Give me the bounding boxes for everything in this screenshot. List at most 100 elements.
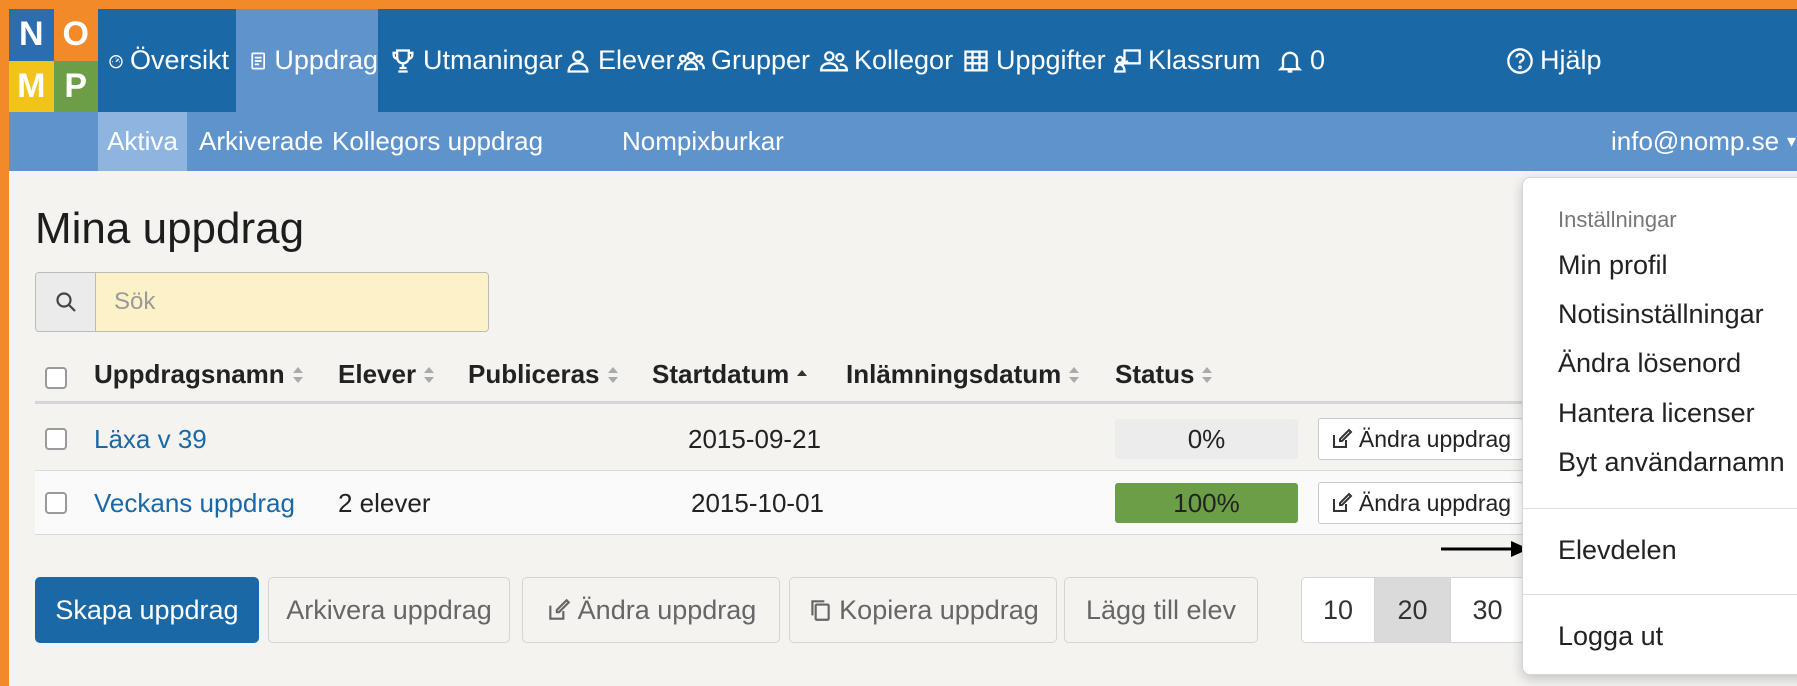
progress-label: 0% (1187, 423, 1226, 454)
user-menu-toggle[interactable]: info@nomp.se ▾ (1611, 112, 1796, 171)
nav-item-utmaningar[interactable]: Utmaningar (389, 9, 563, 112)
sort-icon (607, 365, 619, 385)
grid-icon (964, 50, 988, 71)
start-date-cell: 2015-10-01 (691, 488, 824, 518)
archive-assignment-button[interactable]: Arkivera uppdrag (268, 577, 510, 643)
logo-letter: N (9, 9, 54, 61)
menu-item-change-username[interactable]: Byt användarnamn (1558, 447, 1785, 478)
table-row: Läxa v 39 2015-09-21 0% Ändra uppdrag (35, 407, 1535, 471)
nav-label: Elever (598, 45, 675, 75)
column-label: Startdatum (652, 359, 790, 389)
column-header-status[interactable]: Status (1115, 359, 1213, 390)
notification-count: 0 (1310, 45, 1326, 75)
edit-icon (1332, 492, 1353, 512)
sub-navigation: Aktiva Arkiverade Kollegors uppdrag Nomp… (98, 112, 1797, 171)
nav-item-uppdrag[interactable]: Uppdrag (236, 9, 378, 112)
menu-item-change-password[interactable]: Ändra lösenord (1558, 348, 1741, 379)
sort-icon (292, 365, 304, 385)
table-header: Uppdragsnamn Elever Publiceras Startdatu… (35, 349, 1535, 404)
column-label: Inlämningsdatum (846, 359, 1062, 389)
page-size-label: 20 (1397, 594, 1428, 625)
search-button[interactable] (36, 273, 96, 331)
menu-item-student-part[interactable]: Elevdelen (1558, 535, 1677, 566)
user-email: info@nomp.se (1611, 126, 1780, 156)
trophy-icon (392, 48, 414, 73)
subnav-item-aktiva[interactable]: Aktiva (98, 112, 187, 171)
sort-icon (1068, 365, 1080, 385)
user-icon (567, 50, 589, 73)
nav-label: Kollegor (854, 45, 954, 75)
user-dropdown-menu: Inställningar Min profil Notisinställnin… (1522, 177, 1797, 675)
users-icon (820, 50, 848, 71)
create-assignment-button[interactable]: Skapa uppdrag (35, 577, 259, 643)
nav-item-klassrum[interactable]: Klassrum (1114, 9, 1261, 112)
menu-divider (1523, 508, 1797, 509)
edit-assignment-button[interactable]: Ändra uppdrag (522, 577, 780, 643)
table-row: Veckans uppdrag 2 elever 2015-10-01 100%… (35, 471, 1535, 535)
search-input[interactable] (96, 273, 488, 331)
menu-item-my-profile[interactable]: Min profil (1558, 250, 1668, 281)
caret-down-icon: ▾ (1787, 131, 1797, 151)
copy-assignment-button[interactable]: Kopiera uppdrag (789, 577, 1057, 643)
nav-label: Uppdrag (274, 45, 378, 75)
column-header-publish[interactable]: Publiceras (468, 359, 619, 390)
row-checkbox[interactable] (45, 492, 67, 514)
help-button[interactable]: Hjälp (1506, 9, 1602, 112)
nav-item-elever[interactable]: Elever (564, 9, 675, 112)
subnav-label: Aktiva (107, 126, 178, 156)
page-title: Mina uppdrag (35, 204, 305, 253)
logo-letter: M (9, 60, 54, 112)
add-student-button[interactable]: Lägg till elev (1064, 577, 1258, 643)
notifications-button[interactable]: 0 (1276, 9, 1325, 112)
sort-ascending-icon (796, 365, 808, 385)
dashboard-icon (109, 54, 123, 68)
assignment-link[interactable]: Läxa v 39 (94, 424, 207, 455)
page-size-30[interactable]: 30 (1450, 577, 1525, 643)
edit-assignment-button[interactable]: Ändra uppdrag (1318, 482, 1523, 524)
help-icon (1507, 47, 1533, 74)
subnav-item-arkiverade[interactable]: Arkiverade (199, 112, 323, 171)
edit-assignment-button[interactable]: Ändra uppdrag (1318, 418, 1523, 460)
page-size-10[interactable]: 10 (1301, 577, 1375, 643)
button-label: Ändra uppdrag (1358, 425, 1512, 452)
assignment-link[interactable]: Veckans uppdrag (94, 488, 295, 519)
sort-icon (423, 365, 435, 385)
column-header-name[interactable]: Uppdragsnamn (94, 359, 304, 390)
button-label: Ändra uppdrag (1358, 489, 1512, 516)
menu-item-notification-settings[interactable]: Notisinställningar (1558, 299, 1764, 330)
column-label: Status (1115, 359, 1195, 389)
edit-icon (548, 598, 570, 620)
nav-item-kollegor[interactable]: Kollegor (820, 9, 953, 112)
nav-label: Grupper (711, 45, 811, 75)
subnav-label: Arkiverade (199, 126, 324, 156)
start-date-cell: 2015-09-21 (688, 424, 821, 454)
menu-item-logout[interactable]: Logga ut (1558, 621, 1663, 652)
subnav-label: Nompixburkar (622, 126, 784, 156)
page-size-20[interactable]: 20 (1374, 577, 1451, 643)
nav-item-grupper[interactable]: Grupper (677, 9, 810, 112)
column-label: Elever (338, 359, 417, 389)
subnav-item-nompixburkar[interactable]: Nompixburkar (622, 112, 784, 171)
bell-icon (1277, 51, 1303, 73)
column-header-start[interactable]: Startdatum (652, 359, 808, 390)
row-checkbox[interactable] (45, 428, 67, 450)
dropdown-header: Inställningar (1558, 207, 1677, 232)
menu-item-manage-licenses[interactable]: Hantera licenser (1558, 398, 1755, 429)
column-header-students[interactable]: Elever (338, 359, 435, 390)
nav-label: Utmaningar (423, 45, 563, 75)
column-header-due[interactable]: Inlämningsdatum (846, 359, 1080, 390)
nav-label: Uppgifter (996, 45, 1106, 75)
top-navigation: N O M P Översikt Uppdrag Utmaningar Elev… (9, 9, 1797, 112)
button-label: Kopiera uppdrag (839, 594, 1039, 625)
app-frame: N O M P Översikt Uppdrag Utmaningar Elev… (9, 9, 1797, 686)
menu-divider (1523, 594, 1797, 595)
search-box (35, 272, 489, 332)
subnav-label: Kollegors uppdrag (332, 126, 544, 156)
select-all-checkbox[interactable] (45, 367, 67, 389)
nomp-logo[interactable]: N O M P (9, 9, 98, 112)
subnav-item-kollegors-uppdrag[interactable]: Kollegors uppdrag (332, 112, 543, 171)
button-label: Ändra uppdrag (577, 594, 757, 625)
nav-item-uppgifter[interactable]: Uppgifter (962, 9, 1106, 112)
nav-item-oversikt[interactable]: Översikt (98, 9, 229, 112)
classroom-icon (1114, 48, 1141, 73)
